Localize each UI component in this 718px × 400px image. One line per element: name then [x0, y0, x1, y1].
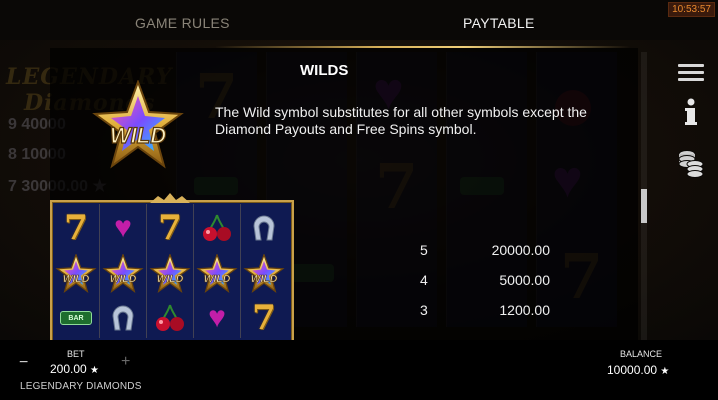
payout-count: 4: [420, 272, 428, 288]
horseshoe-icon: [112, 305, 134, 331]
bet-increase-button[interactable]: +: [121, 353, 130, 371]
payout-amount: 5000.00: [499, 272, 550, 288]
cherry-symbol-cell: [148, 297, 192, 339]
wild-star-icon: WILD: [196, 254, 238, 294]
wild-star-icon: WILD: [243, 254, 285, 294]
bet-value: 200.00 ★: [50, 362, 99, 376]
payout-amount: 20000.00: [491, 242, 550, 258]
balance-value: 10000.00 ★: [607, 363, 669, 377]
bet-decrease-button[interactable]: −: [19, 354, 28, 372]
balance-amount: 10000.00: [607, 363, 658, 377]
section-heading: WILDS: [300, 62, 349, 79]
tab-game-rules[interactable]: GAME RULES: [135, 15, 230, 31]
payout-row: 5 20000.00: [400, 242, 580, 262]
tab-paytable[interactable]: PAYTABLE: [463, 15, 535, 31]
cherry-icon: [156, 304, 184, 331]
section-description: The Wild symbol substitutes for all othe…: [215, 104, 587, 137]
heart-symbol-cell: ♥: [195, 297, 239, 339]
grid-column-divider: [193, 204, 194, 338]
bar-symbol-cell: BAR: [54, 297, 98, 339]
wild-symbol-cell: WILD: [148, 253, 192, 295]
game-name: LEGENDARY DIAMONDS: [20, 381, 142, 392]
menu-icon[interactable]: [678, 64, 704, 82]
currency-star-icon: ★: [90, 365, 100, 376]
currency-star-icon: ★: [660, 366, 670, 377]
wild-symbol-cell: WILD: [195, 253, 239, 295]
payout-count: 5: [420, 242, 428, 258]
top-tab-bar: GAME RULES PAYTABLE: [0, 0, 718, 46]
horseshoe-icon: [253, 215, 275, 241]
seven-symbol-icon: 7: [64, 208, 88, 248]
wild-star-icon: WILD: [149, 254, 191, 294]
svg-text:WILD: WILD: [204, 274, 231, 285]
seven-symbol-icon: 7: [252, 298, 276, 338]
heart-symbol-cell: ♥: [101, 207, 145, 249]
horseshoe-symbol-cell: [242, 207, 286, 249]
payout-row: 3 1200.00: [400, 302, 580, 322]
seven-symbol-cell: 7: [148, 207, 192, 249]
bet-label: BET: [67, 349, 85, 359]
svg-text:WILD: WILD: [251, 274, 278, 285]
wild-badge-label: WILD: [110, 123, 166, 148]
svg-text:WILD: WILD: [110, 274, 137, 285]
grid-column-divider: [146, 204, 147, 338]
grid-column-divider: [240, 204, 241, 338]
seven-symbol-cell: 7: [242, 297, 286, 339]
payout-amount: 1200.00: [499, 302, 550, 318]
heart-icon: ♥: [114, 211, 132, 244]
balance-label: BALANCE: [620, 349, 663, 359]
heart-icon: ♥: [208, 301, 226, 334]
seven-symbol-cell: 7: [54, 207, 98, 249]
info-icon[interactable]: [682, 98, 700, 128]
horseshoe-symbol-cell: [101, 297, 145, 339]
clock: 10:53:57: [668, 2, 715, 17]
grid-crown-ornament: [150, 193, 190, 203]
wild-star-icon: WILD: [55, 254, 97, 294]
bar-symbol-icon: BAR: [60, 311, 92, 325]
cherry-symbol-cell: [195, 207, 239, 249]
svg-text:WILD: WILD: [157, 274, 184, 285]
wild-symbol-cell: WILD: [242, 253, 286, 295]
wild-star-badge: WILD: [92, 80, 184, 169]
svg-text:WILD: WILD: [63, 274, 90, 285]
cherry-icon: [203, 214, 231, 241]
grid-column-divider: [99, 204, 100, 338]
payout-row: 4 5000.00: [400, 272, 580, 292]
wild-star-icon: WILD: [102, 254, 144, 294]
wild-symbol-cell: WILD: [101, 253, 145, 295]
bet-amount: 200.00: [50, 362, 87, 376]
wild-symbol-cell: WILD: [54, 253, 98, 295]
payout-count: 3: [420, 302, 428, 318]
seven-symbol-icon: 7: [158, 208, 182, 248]
coins-icon[interactable]: [677, 148, 705, 178]
scrollbar-thumb[interactable]: [641, 189, 647, 223]
